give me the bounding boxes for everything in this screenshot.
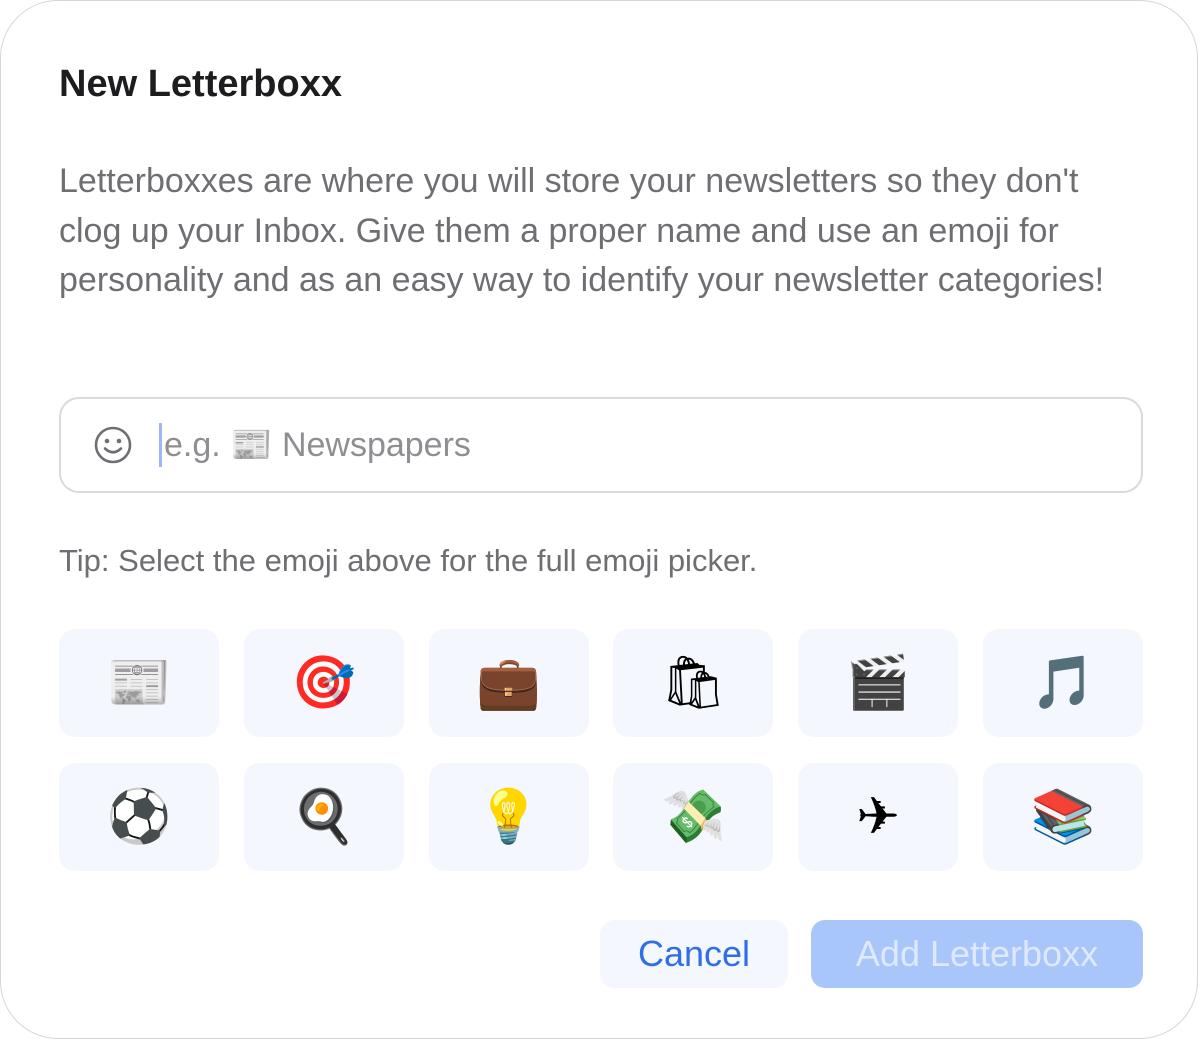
dialog-title: New Letterboxx: [59, 63, 342, 105]
smiley-face-icon-svg: [94, 426, 132, 464]
new-letterboxx-dialog: New Letterboxx Letterboxxes are where yo…: [0, 0, 1198, 1039]
shopping-bags-emoji-button[interactable]: 🛍: [613, 629, 774, 737]
smiley-face-icon[interactable]: [91, 423, 135, 467]
text-caret: [159, 423, 162, 467]
briefcase-emoji-button[interactable]: 💼: [428, 629, 589, 737]
books-emoji-button[interactable]: 📚: [982, 763, 1143, 871]
musical-note-emoji-button[interactable]: 🎵: [982, 629, 1143, 737]
light-bulb-emoji-button[interactable]: 💡: [428, 763, 589, 871]
newspaper-emoji-button[interactable]: 📰: [59, 629, 219, 737]
add-letterboxx-button[interactable]: Add Letterboxx: [811, 920, 1143, 988]
letterboxx-name-input[interactable]: [164, 415, 1141, 475]
target-emoji-button[interactable]: 🎯: [243, 629, 404, 737]
emoji-picker-tip: Tip: Select the emoji above for the full…: [59, 543, 758, 578]
clapper-board-emoji-button[interactable]: 🎬: [798, 629, 959, 737]
emoji-suggestion-grid: 📰 🎯 💼 🛍 🎬 🎵 ⚽ 🍳 💡 💸 ✈ 📚: [59, 629, 1143, 871]
frying-pan-egg-emoji-button[interactable]: 🍳: [243, 763, 404, 871]
money-with-wings-emoji-button[interactable]: 💸: [613, 763, 774, 871]
dialog-description: Letterboxxes are where you will store yo…: [59, 162, 1105, 299]
airplane-emoji-button[interactable]: ✈: [798, 763, 959, 871]
soccer-ball-emoji-button[interactable]: ⚽: [59, 763, 219, 871]
cancel-button[interactable]: Cancel: [600, 920, 788, 988]
letterboxx-name-field[interactable]: [59, 397, 1143, 493]
